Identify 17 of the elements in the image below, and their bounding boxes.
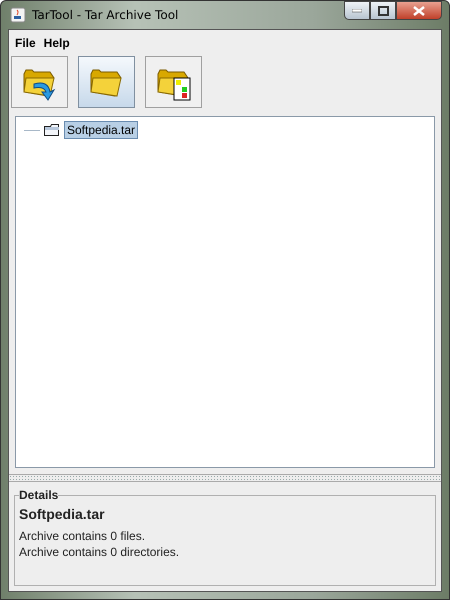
menu-item[interactable]: Help: [44, 34, 70, 52]
maximize-icon: [378, 6, 388, 16]
java-cup-icon: [10, 7, 26, 23]
toolbar-button[interactable]: [145, 56, 202, 108]
minimize-button[interactable]: [344, 1, 370, 20]
panel-title: Details: [19, 488, 58, 502]
detail-text: Archive contains 0 files.: [19, 528, 146, 544]
minimize-icon: [352, 8, 362, 12]
folder-icon: [44, 124, 60, 136]
archive-name: Softpedia.tar: [19, 506, 106, 522]
close-button[interactable]: [396, 1, 442, 20]
tree-node[interactable]: Softpedia.tar: [64, 121, 138, 139]
detail-text: Archive contains 0 directories.: [19, 544, 180, 560]
window-title: TarTool - Tar Archive Tool: [32, 8, 180, 22]
menu-item[interactable]: File: [15, 34, 36, 52]
maximize-button[interactable]: [370, 1, 396, 20]
close-icon: [413, 6, 425, 16]
